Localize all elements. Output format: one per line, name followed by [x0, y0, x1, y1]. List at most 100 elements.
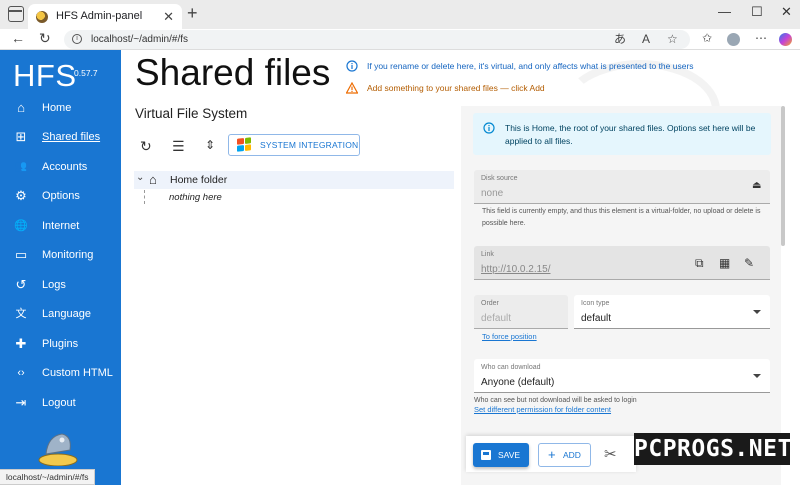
scrollbar[interactable]: [781, 106, 785, 246]
hfs-favicon-icon: [36, 11, 48, 23]
translate-icon: 文: [15, 308, 27, 320]
disk-source-field[interactable]: Disk source none ⏏: [474, 170, 770, 204]
refresh-icon[interactable]: ↻: [39, 30, 51, 47]
app-version: 0.57.7: [74, 68, 98, 78]
sidebar-item-monitoring[interactable]: ▭ Monitoring: [0, 242, 121, 268]
site-info-icon[interactable]: i: [72, 34, 82, 44]
copilot-icon[interactable]: [779, 33, 792, 46]
new-tab-icon[interactable]: +: [187, 3, 198, 24]
reload-icon[interactable]: ↻: [140, 138, 152, 155]
home-icon: ⌂: [17, 100, 25, 115]
address-bar: ← ↻ i localhost/~/admin/#/fs あ A ☆ ✩ ⋯: [0, 29, 800, 50]
back-icon[interactable]: ←: [11, 30, 25, 46]
vfs-title: Virtual File System: [135, 106, 248, 121]
qr-code-icon[interactable]: ▦: [719, 256, 730, 270]
expand-collapse-icon[interactable]: ⇕: [205, 138, 215, 152]
field-label: Who can download: [481, 364, 541, 371]
folder-permission-link[interactable]: Set different permission for folder cont…: [474, 405, 611, 414]
favorites-icon[interactable]: ✩: [702, 31, 712, 45]
tab-actions-icon[interactable]: [8, 6, 24, 22]
save-button[interactable]: SAVE: [473, 443, 529, 467]
sidebar-item-label: Logout: [42, 397, 76, 409]
field-value: default: [581, 313, 612, 324]
field-placeholder: default: [481, 313, 512, 324]
system-integration-button[interactable]: SYSTEM INTEGRATION: [228, 134, 360, 156]
copy-icon[interactable]: ⧉: [695, 256, 704, 271]
sidebar-item-logs[interactable]: ↺ Logs: [0, 272, 121, 298]
list-icon[interactable]: ☰: [172, 138, 185, 155]
sidebar-item-logout[interactable]: ⇥ Logout: [0, 390, 121, 416]
sidebar: HFS 0.57.7 ⌂ Home ⊞ Shared files 👥 Accou…: [0, 50, 121, 485]
browser-tab-bar: HFS Admin-panel ✕ + — ☐ ✕: [0, 0, 800, 29]
favorite-star-icon[interactable]: ☆: [667, 30, 678, 49]
gear-icon: ⚙: [15, 188, 27, 203]
sidebar-item-shared-files[interactable]: ⊞ Shared files: [0, 124, 121, 150]
app-logo: HFS: [13, 58, 77, 93]
field-label: Order: [481, 300, 499, 307]
field-value: none: [481, 188, 504, 199]
hint-text: Add something to your shared files — cli…: [367, 83, 545, 93]
sidebar-item-internet[interactable]: 🌐 Internet: [0, 213, 121, 239]
logout-icon: ⇥: [15, 395, 27, 410]
who-can-download-select[interactable]: Who can download Anyone (default): [474, 359, 770, 393]
sidebar-item-label: Custom HTML: [42, 367, 113, 379]
accounts-icon: 👥: [14, 161, 28, 172]
tree-empty-text: nothing here: [169, 192, 222, 203]
url-text: localhost/~/admin/#/fs: [91, 34, 188, 45]
sidebar-item-label: Plugins: [42, 338, 79, 350]
link-field: Link http://10.0.2.15/ ⧉ ▦ ✎: [474, 246, 770, 280]
read-aloud-icon[interactable]: A: [642, 30, 650, 49]
hint-text: If you rename or delete here, it's virtu…: [367, 61, 694, 71]
close-tab-icon[interactable]: ✕: [163, 4, 174, 29]
field-value[interactable]: http://10.0.2.15/: [481, 264, 551, 275]
globe-icon: 🌐: [14, 220, 28, 232]
info-icon: [483, 122, 495, 134]
system-integration-label: SYSTEM INTEGRATION: [260, 140, 359, 150]
sidebar-item-home[interactable]: ⌂ Home: [0, 95, 121, 121]
minimize-icon[interactable]: —: [718, 4, 731, 19]
sidebar-item-label: Home: [42, 102, 72, 114]
sidebar-item-plugins[interactable]: ✚ Plugins: [0, 331, 121, 357]
chevron-down-icon: [753, 374, 761, 378]
save-icon: [481, 450, 491, 460]
tree-item-home-folder[interactable]: ⌄ ⌂ Home folder: [134, 171, 454, 189]
sidebar-item-label: Shared files: [42, 131, 101, 143]
add-button[interactable]: + ADD: [538, 443, 591, 467]
info-icon: [346, 60, 358, 72]
sitemap-icon: ⊞: [15, 129, 27, 144]
chevron-down-icon[interactable]: ⌄: [136, 172, 144, 183]
eject-icon[interactable]: ⏏: [752, 180, 761, 191]
disk-source-helper: This field is currently empty, and thus …: [482, 208, 761, 227]
order-field[interactable]: Order default: [474, 295, 568, 329]
add-label: ADD: [563, 450, 581, 460]
sidebar-item-label: Options: [42, 190, 80, 202]
sidebar-item-accounts[interactable]: 👥 Accounts: [0, 154, 121, 180]
maximize-icon[interactable]: ☐: [751, 4, 763, 20]
edit-icon[interactable]: ✎: [744, 256, 754, 270]
more-menu-icon[interactable]: ⋯: [755, 31, 767, 45]
close-window-icon[interactable]: ✕: [781, 4, 792, 20]
browser-tab[interactable]: HFS Admin-panel ✕: [28, 4, 182, 29]
sidebar-item-label: Monitoring: [42, 249, 94, 261]
sidebar-item-options[interactable]: ⚙ Options: [0, 183, 121, 209]
sidebar-item-custom-html[interactable]: ‹› Custom HTML: [0, 360, 121, 386]
tree-connector: [144, 190, 145, 204]
warning-icon: [346, 82, 358, 94]
save-label: SAVE: [498, 450, 521, 460]
field-label: Link: [481, 251, 494, 258]
sidebar-item-label: Internet: [42, 220, 80, 232]
monitor-icon: ▭: [14, 247, 28, 262]
sidebar-item-language[interactable]: 文 Language: [0, 301, 121, 327]
home-icon: ⌂: [149, 172, 157, 187]
sidebar-item-label: Language: [42, 308, 91, 320]
tree-item-label: Home folder: [170, 174, 228, 186]
info-text: This is Home, the root of your shared fi…: [505, 123, 756, 146]
icon-type-select[interactable]: Icon type default: [574, 295, 770, 329]
profile-avatar[interactable]: [727, 33, 740, 46]
translate-icon[interactable]: あ: [614, 30, 626, 49]
force-position-link[interactable]: To force position: [482, 332, 537, 341]
url-input[interactable]: i localhost/~/admin/#/fs あ A ☆: [64, 30, 690, 49]
cut-icon[interactable]: ✂: [604, 445, 617, 463]
field-label: Disk source: [481, 175, 518, 182]
history-icon: ↺: [15, 277, 27, 292]
